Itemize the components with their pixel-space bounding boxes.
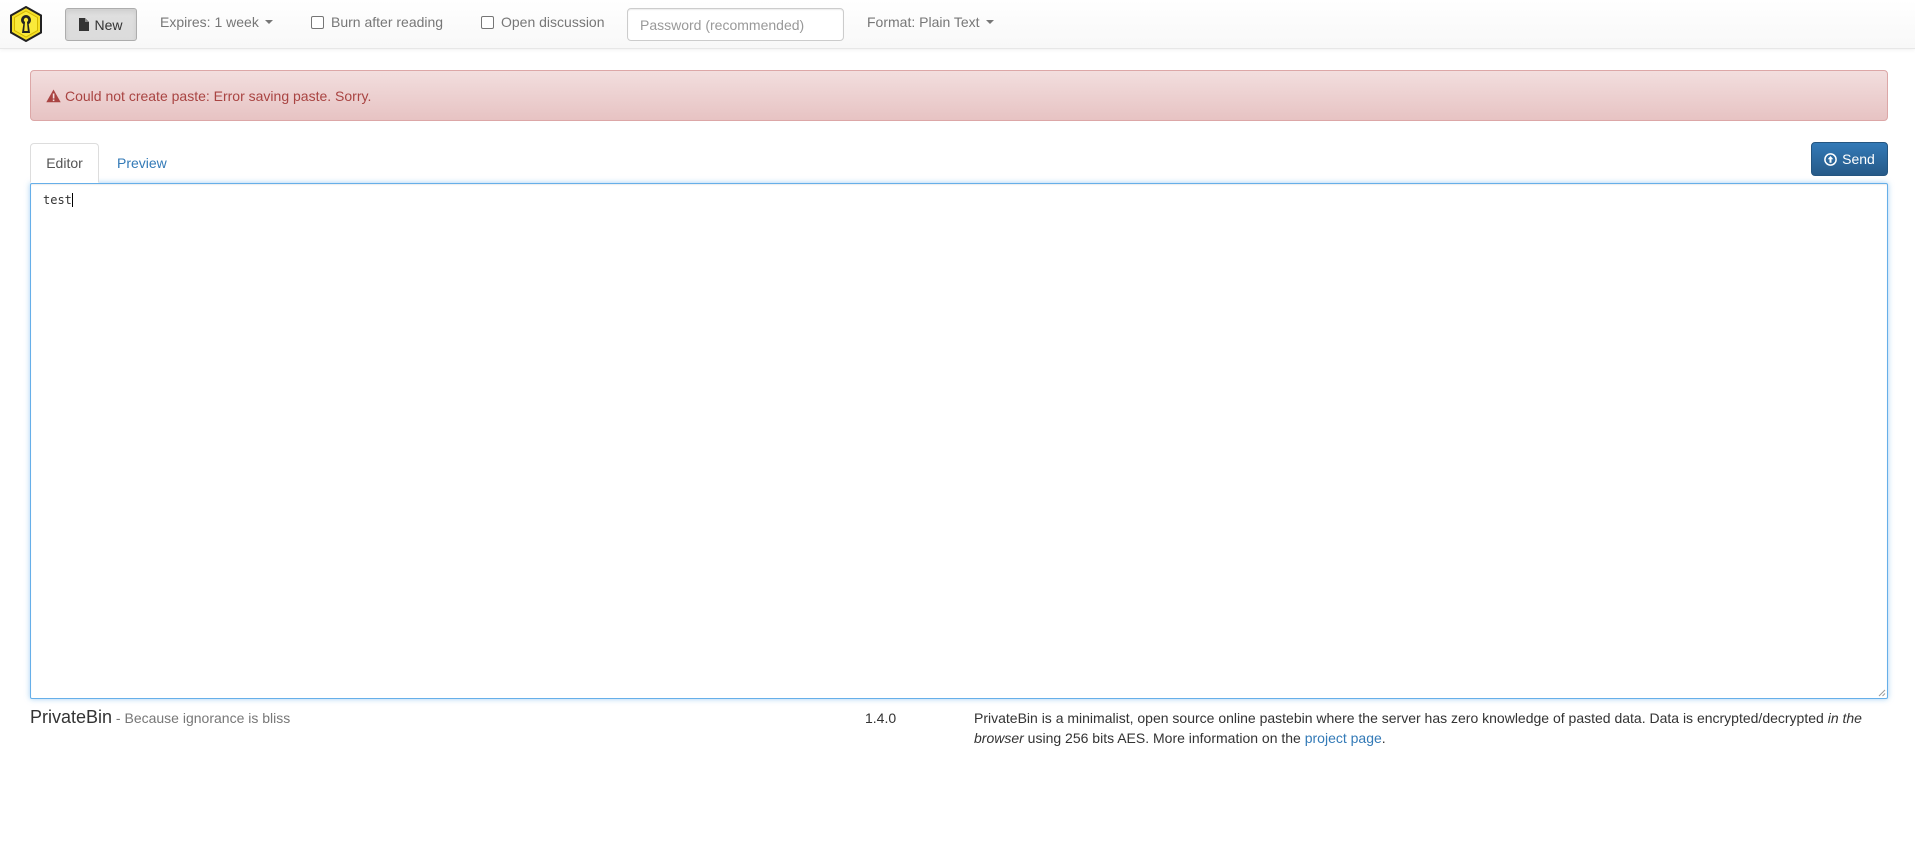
file-icon [79,18,90,31]
about-text-2: using 256 bits AES. More information on … [1023,730,1305,746]
editor-content: test [43,193,73,207]
send-button-label: Send [1842,151,1875,167]
tab-editor[interactable]: Editor [30,143,99,183]
editor-content-text: test [43,193,72,207]
tab-preview[interactable]: Preview [102,143,182,183]
footer-tagline: - Because ignorance is bliss [112,710,291,726]
open-discussion-label: Open discussion [501,14,605,30]
burn-after-reading-label: Burn after reading [331,14,444,30]
burn-after-reading-checkbox[interactable] [311,15,324,29]
footer-brand-name: PrivateBin [30,707,113,727]
send-button[interactable]: Send [1811,142,1888,176]
new-button[interactable]: New [65,8,137,41]
open-discussion-option[interactable]: Open discussion [481,14,605,30]
open-discussion-checkbox[interactable] [481,15,494,29]
warning-sign-icon [46,89,61,102]
footer-brand: PrivateBin - Because ignorance is bliss [30,707,290,728]
footer-about: PrivateBin is a minimalist, open source … [974,708,1874,748]
error-message: Could not create paste: Error saving pas… [65,87,372,104]
format-label: Format: Plain Text [867,14,980,30]
text-cursor [71,193,73,207]
chevron-down-icon [264,20,273,24]
expires-label: Expires: 1 week [160,14,259,30]
privatebin-logo-icon[interactable] [8,6,44,42]
expires-dropdown[interactable]: Expires: 1 week [160,14,273,30]
about-text-1: PrivateBin is a minimalist, open source … [974,710,1828,726]
navbar: New Expires: 1 week Burn after reading O… [0,0,1915,49]
resize-handle-icon[interactable] [1878,689,1886,697]
paste-editor-textarea[interactable] [30,183,1888,699]
upload-circle-icon [1824,152,1837,166]
new-button-label: New [94,16,123,33]
password-input[interactable] [627,8,844,41]
tab-preview-label: Preview [117,155,167,171]
tab-editor-label: Editor [46,155,83,171]
about-text-end: . [1381,730,1386,746]
format-dropdown[interactable]: Format: Plain Text [867,14,994,30]
burn-after-reading-option[interactable]: Burn after reading [311,14,443,30]
error-alert: Could not create paste: Error saving pas… [30,70,1888,121]
project-page-link[interactable]: project page [1305,730,1382,746]
footer-version: 1.4.0 [865,710,897,726]
chevron-down-icon [985,20,994,24]
